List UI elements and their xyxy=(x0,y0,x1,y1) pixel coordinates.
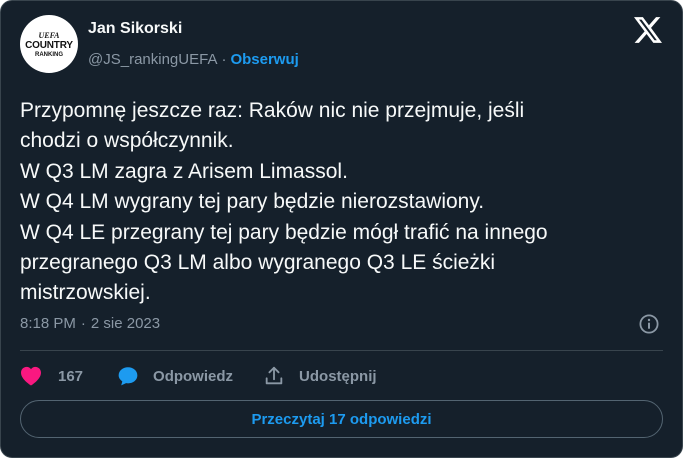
read-replies-button[interactable]: Przeczytaj 17 odpowiedzi xyxy=(20,400,663,438)
divider xyxy=(20,350,663,351)
reply-button[interactable]: Odpowiedz xyxy=(117,365,233,387)
author-display-name[interactable]: Jan Sikorski xyxy=(88,20,182,38)
x-logo-icon[interactable] xyxy=(634,17,662,43)
share-label: Udostępnij xyxy=(299,367,377,385)
tweet-text-line: W Q4 LE przegrany tej pary będzie mógł t… xyxy=(20,220,548,244)
chat-bubble-icon xyxy=(118,367,138,386)
tweet-actions: 167 Odpowiedz Udostępnij xyxy=(20,363,377,389)
like-button[interactable]: 167 xyxy=(20,366,83,386)
tweet-text-line: Przypomnę jeszcze raz: Raków nic nie prz… xyxy=(20,99,525,122)
follow-button[interactable]: Obserwuj xyxy=(230,51,298,68)
tweet-text-line: chodzi o współczynnik. xyxy=(20,129,234,153)
tweet-text: Przypomnę jeszcze raz: Raków nic nie prz… xyxy=(20,96,670,309)
like-count: 167 xyxy=(58,367,84,385)
tweet-text-line: przegranego Q3 LM albo wygranego Q3 LE ś… xyxy=(20,251,496,275)
tweet-date: 2 sie 2023 xyxy=(90,315,161,332)
author-handle[interactable]: @JS_rankingUEFA xyxy=(88,51,217,68)
tweet-timestamp[interactable]: 8:18 PM · 2 sie 2023 xyxy=(20,315,160,332)
tweet-text-line: mistrzowskiej. xyxy=(20,281,151,305)
info-icon[interactable] xyxy=(638,313,660,335)
avatar-line-country: COUNTRY xyxy=(25,40,73,51)
timestamp-separator: · xyxy=(80,315,86,332)
share-button[interactable]: Udostępnij xyxy=(263,365,377,387)
tweet-text-line: W Q3 LM zagra z Arisem Limassol. xyxy=(20,159,348,183)
share-icon xyxy=(265,366,283,385)
handle-separator: · xyxy=(221,51,227,68)
avatar-line-ranking: RANKING xyxy=(35,52,63,58)
tweet-card: UEFA COUNTRY RANKING Jan Sikorski @JS_ra… xyxy=(0,0,683,458)
heart-icon xyxy=(21,366,41,386)
avatar-line-uefa: UEFA xyxy=(38,31,60,40)
author-handle-row: @JS_rankingUEFA · Obserwuj xyxy=(88,51,299,68)
tweet-text-line: W Q4 LM wygrany tej pary będzie nierozst… xyxy=(20,190,485,214)
reply-label: Odpowiedz xyxy=(153,367,234,385)
avatar[interactable]: UEFA COUNTRY RANKING xyxy=(20,15,78,73)
tweet-time: 8:18 PM xyxy=(20,315,76,332)
